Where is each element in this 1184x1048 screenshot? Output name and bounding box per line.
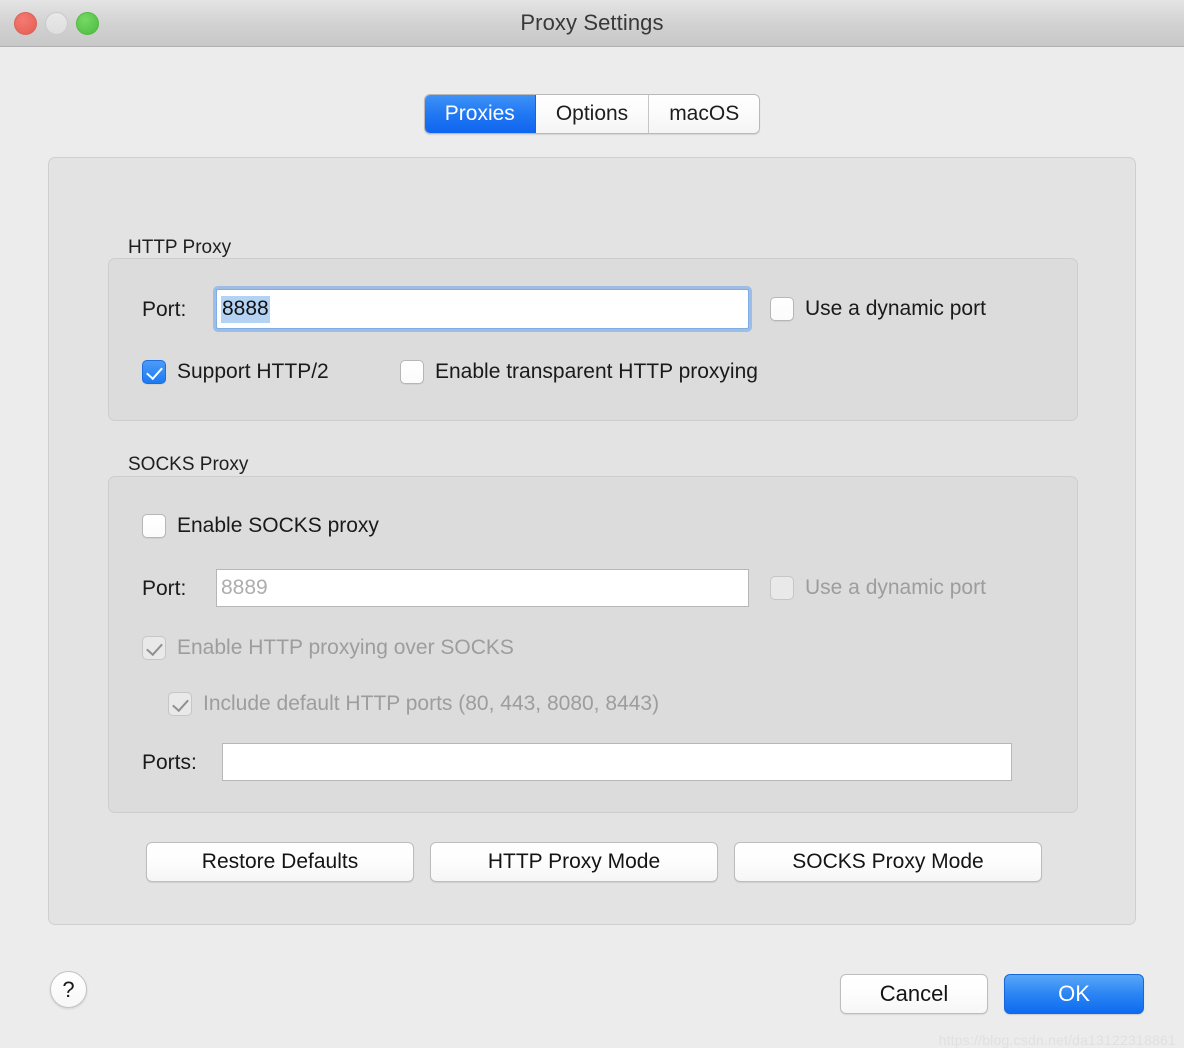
support-http2-label: Support HTTP/2: [177, 360, 329, 383]
support-http2-checkbox[interactable]: [142, 360, 166, 384]
socks-proxy-groupbox: Enable SOCKS proxy Port: 8889 Use a dyna…: [108, 476, 1078, 813]
restore-defaults-button[interactable]: Restore Defaults: [146, 842, 414, 882]
tab-macos[interactable]: macOS: [649, 95, 760, 133]
http-dynamic-port-checkbox[interactable]: [770, 297, 794, 321]
http-port-value: 8888: [221, 295, 270, 323]
include-default-ports-label: Include default HTTP ports (80, 443, 808…: [203, 692, 660, 715]
window-title: Proxy Settings: [520, 10, 664, 35]
socks-port-placeholder: 8889: [221, 576, 268, 599]
socks-proxy-group-label: SOCKS Proxy: [128, 454, 249, 475]
http-proxy-group-label: HTTP Proxy: [128, 237, 232, 258]
tab-bar: Proxies Options macOS: [0, 94, 1184, 134]
enable-socks-label: Enable SOCKS proxy: [177, 514, 379, 537]
http-over-socks-checkbox-row: Enable HTTP proxying over SOCKS: [142, 636, 514, 660]
http-dynamic-port-label: Use a dynamic port: [805, 297, 986, 320]
enable-socks-checkbox-row[interactable]: Enable SOCKS proxy: [142, 514, 379, 538]
http-proxy-groupbox: Port: 8888 Use a dynamic port Support HT…: [108, 258, 1078, 421]
dialog-content: Proxies Options macOS HTTP Proxy Port: 8…: [0, 47, 1184, 1048]
socks-dynamic-port-checkbox: [770, 576, 794, 600]
support-http2-checkbox-row[interactable]: Support HTTP/2: [142, 360, 329, 384]
transparent-proxy-checkbox[interactable]: [400, 360, 424, 384]
socks-ports-label: Ports:: [142, 751, 197, 774]
http-over-socks-label: Enable HTTP proxying over SOCKS: [177, 636, 514, 659]
tab-group: Proxies Options macOS: [423, 94, 761, 134]
socks-proxy-mode-button[interactable]: SOCKS Proxy Mode: [734, 842, 1042, 882]
http-port-label: Port:: [142, 298, 187, 321]
socks-dynamic-port-label: Use a dynamic port: [805, 576, 986, 599]
transparent-proxy-label: Enable transparent HTTP proxying: [435, 360, 758, 383]
proxy-settings-window: Proxy Settings Proxies Options macOS HTT…: [0, 0, 1184, 1048]
window-titlebar: Proxy Settings: [0, 0, 1184, 47]
socks-port-input[interactable]: 8889: [216, 569, 749, 607]
close-window-icon[interactable]: [14, 11, 37, 35]
http-port-input[interactable]: 8888: [213, 286, 752, 332]
traffic-lights: [14, 0, 99, 46]
help-button[interactable]: ?: [50, 971, 87, 1008]
cancel-button[interactable]: Cancel: [840, 974, 988, 1014]
include-default-ports-checkbox: [168, 692, 192, 716]
ok-button[interactable]: OK: [1004, 974, 1144, 1014]
tab-options[interactable]: Options: [535, 95, 650, 133]
tab-proxies[interactable]: Proxies: [424, 95, 536, 133]
socks-port-label: Port:: [142, 577, 187, 600]
proxies-tab-panel: HTTP Proxy Port: 8888 Use a dynamic port…: [48, 157, 1136, 925]
include-default-ports-checkbox-row: Include default HTTP ports (80, 443, 808…: [168, 692, 659, 716]
minimize-window-icon[interactable]: [45, 11, 68, 35]
maximize-window-icon[interactable]: [76, 11, 99, 35]
http-dynamic-port-checkbox-row[interactable]: Use a dynamic port: [770, 297, 986, 321]
http-proxy-mode-button[interactable]: HTTP Proxy Mode: [430, 842, 718, 882]
socks-ports-input[interactable]: [222, 743, 1012, 781]
watermark-text: https://blog.csdn.net/da13122318861: [938, 1032, 1176, 1048]
http-over-socks-checkbox: [142, 636, 166, 660]
enable-socks-checkbox[interactable]: [142, 514, 166, 538]
transparent-proxy-checkbox-row[interactable]: Enable transparent HTTP proxying: [400, 360, 758, 384]
socks-dynamic-port-checkbox-row: Use a dynamic port: [770, 576, 986, 600]
